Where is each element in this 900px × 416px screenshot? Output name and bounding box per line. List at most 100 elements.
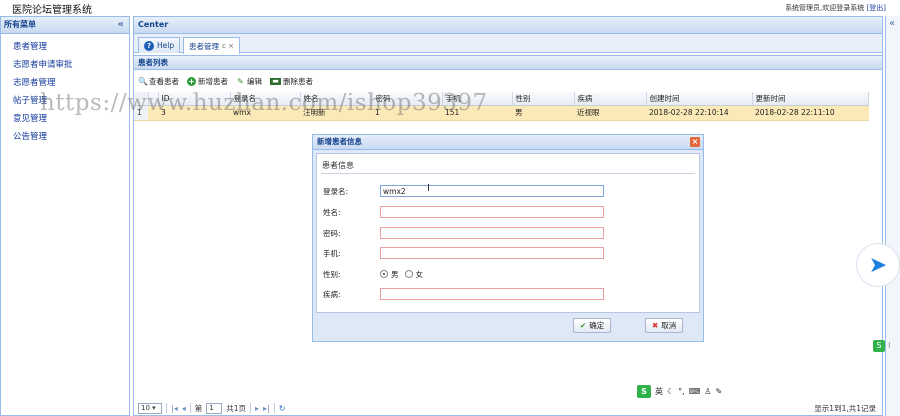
edit-button[interactable]: ✎ 编辑 — [236, 76, 262, 87]
search-icon: 🔍 — [138, 76, 148, 86]
table-row[interactable]: 1 3 wmx 汪明新 1 151 男 近视眼 2018-02-28 22:10… — [134, 105, 869, 121]
menu-panel-header: 所有菜单 « — [1, 17, 129, 34]
fieldset-divider — [321, 173, 695, 174]
keyboard-icon[interactable]: ⌨ — [689, 387, 701, 396]
pager-separator — [250, 403, 252, 413]
page-total: 共1页 — [226, 403, 247, 413]
delete-icon: ▬ — [270, 77, 281, 85]
name-input[interactable] — [380, 206, 604, 218]
delete-patient-button[interactable]: ▬ 删除患者 — [270, 76, 313, 87]
dialog-body: 患者信息 登录名: 姓名: 密码: 手机: 性别: 男 女 — [316, 153, 700, 313]
collapse-left-icon[interactable]: « — [118, 17, 124, 33]
moon-icon[interactable]: ☾ — [667, 387, 674, 396]
menu-item-volunteer-approval[interactable]: 志愿者申请审批 — [1, 56, 129, 74]
sogou-side-icon[interactable]: S — [873, 340, 885, 352]
gender-male-radio[interactable] — [380, 270, 388, 278]
delete-patient-label: 删除患者 — [283, 76, 313, 86]
tab-patients[interactable]: 患者管理 c × — [183, 37, 240, 54]
column-header-id[interactable]: ID — [158, 92, 231, 106]
view-patient-button[interactable]: 🔍 查看患者 — [138, 76, 179, 87]
expand-right-icon[interactable]: « — [889, 18, 895, 29]
dialog-header: 新增患者信息 × — [313, 135, 703, 150]
grid-header-row: ID 登录名 姓名 密码 手机 性别 疾病 创建时间 更新时间 — [134, 92, 869, 106]
column-header-disease[interactable]: 疾病 — [574, 92, 647, 106]
add-patient-label: 新增患者 — [198, 76, 228, 86]
punctuation-icon[interactable]: °, — [678, 387, 685, 396]
cancel-button[interactable]: ✖ 取消 — [645, 318, 684, 333]
gender-female-radio[interactable] — [404, 270, 413, 278]
name-label: 姓名: — [323, 207, 341, 217]
password-label: 密码: — [323, 228, 341, 238]
cell-disease: 近视眼 — [574, 105, 646, 121]
row-number-header — [134, 92, 149, 106]
next-page-icon[interactable]: ▸ — [255, 404, 259, 413]
dialog-footer: ✔ 确定 ✖ 取消 — [313, 316, 703, 341]
form-row-phone: 手机: — [323, 247, 604, 259]
column-header-created[interactable]: 创建时间 — [646, 92, 753, 106]
cell-name: 汪明新 — [300, 105, 372, 121]
row-checkbox[interactable] — [148, 105, 158, 121]
add-icon: + — [187, 76, 196, 86]
tab-close-icon[interactable]: c × — [222, 39, 234, 54]
row-number: 1 — [134, 105, 148, 121]
gender-label: 性别: — [323, 269, 341, 279]
ime-toolbar: S 英 ☾ °, ⌨ ♙ ✎ — [637, 384, 745, 398]
column-header-login[interactable]: 登录名 — [230, 92, 301, 106]
page-prefix: 第 — [194, 403, 203, 413]
tab-help[interactable]: ? Help — [138, 37, 181, 53]
refresh-icon[interactable]: ↻ — [279, 404, 286, 413]
person-icon[interactable]: ♙ — [704, 387, 711, 396]
prev-page-icon[interactable]: ◂ — [182, 404, 186, 413]
logout-link[interactable]: [登出] — [867, 4, 886, 12]
page-number-input[interactable]: 1 — [206, 402, 223, 414]
login-input[interactable] — [380, 185, 604, 197]
cell-gender: 男 — [512, 105, 574, 121]
cell-id: 3 — [158, 105, 230, 121]
menu-item-patients[interactable]: 患者管理 — [1, 38, 129, 56]
column-header-password[interactable]: 密码 — [372, 92, 443, 106]
form-row-name: 姓名: — [323, 206, 604, 218]
password-input[interactable] — [380, 227, 604, 239]
checkbox-header — [148, 92, 159, 106]
dialog-title: 新增患者信息 — [317, 137, 362, 146]
cell-login: wmx — [230, 105, 300, 121]
side-menu-icon[interactable]: ⁝ — [888, 341, 891, 350]
close-icon[interactable]: × — [690, 137, 700, 147]
confirm-button[interactable]: ✔ 确定 — [573, 318, 612, 333]
add-patient-button[interactable]: + 新增患者 — [187, 76, 228, 87]
menu-item-posts[interactable]: 帖子管理 — [1, 92, 129, 110]
first-page-icon[interactable]: |◂ — [171, 404, 178, 413]
edit-label: 编辑 — [247, 76, 262, 86]
form-row-login: 登录名: — [323, 185, 604, 197]
column-header-phone[interactable]: 手机 — [442, 92, 513, 106]
disease-input[interactable] — [380, 288, 604, 300]
patient-grid: ID 登录名 姓名 密码 手机 性别 疾病 创建时间 更新时间 1 3 wmx … — [134, 92, 869, 121]
last-page-icon[interactable]: ▸| — [263, 404, 270, 413]
app-title: 医院论坛管理系统 — [12, 5, 92, 16]
column-header-updated[interactable]: 更新时间 — [752, 92, 869, 106]
menu-item-volunteers[interactable]: 志愿者管理 — [1, 74, 129, 92]
column-header-name[interactable]: 姓名 — [300, 92, 373, 106]
pencil-icon: ✎ — [237, 76, 244, 86]
ime-lang[interactable]: 英 — [655, 386, 663, 397]
ime-logo[interactable]: S — [637, 384, 651, 398]
login-label: 登录名: — [323, 186, 349, 196]
view-patient-label: 查看患者 — [149, 76, 179, 86]
menu-item-feedback[interactable]: 意见管理 — [1, 110, 129, 128]
confirm-label: 确定 — [589, 321, 605, 330]
gender-female-label: 女 — [415, 269, 424, 279]
menu-item-announcements[interactable]: 公告管理 — [1, 128, 129, 146]
column-header-gender[interactable]: 性别 — [512, 92, 575, 106]
tab-help-label: Help — [157, 41, 175, 50]
wrench-icon[interactable]: ✎ — [715, 387, 722, 396]
disease-label: 疾病: — [323, 289, 341, 299]
menu-panel: 所有菜单 « 患者管理 志愿者申请审批 志愿者管理 帖子管理 意见管理 公告管理 — [0, 16, 130, 416]
page-size-select[interactable]: 10 ▾ — [138, 402, 162, 414]
bird-float-icon[interactable]: ➤ — [856, 243, 900, 287]
user-info: 系统管理员,欢迎登录系统 [登出] — [785, 3, 886, 13]
cancel-icon: ✖ — [652, 321, 659, 330]
form-row-gender: 性别: 男 女 — [323, 268, 423, 280]
east-panel: « — [885, 16, 900, 416]
gender-male-label: 男 — [391, 269, 399, 279]
phone-input[interactable] — [380, 247, 604, 259]
